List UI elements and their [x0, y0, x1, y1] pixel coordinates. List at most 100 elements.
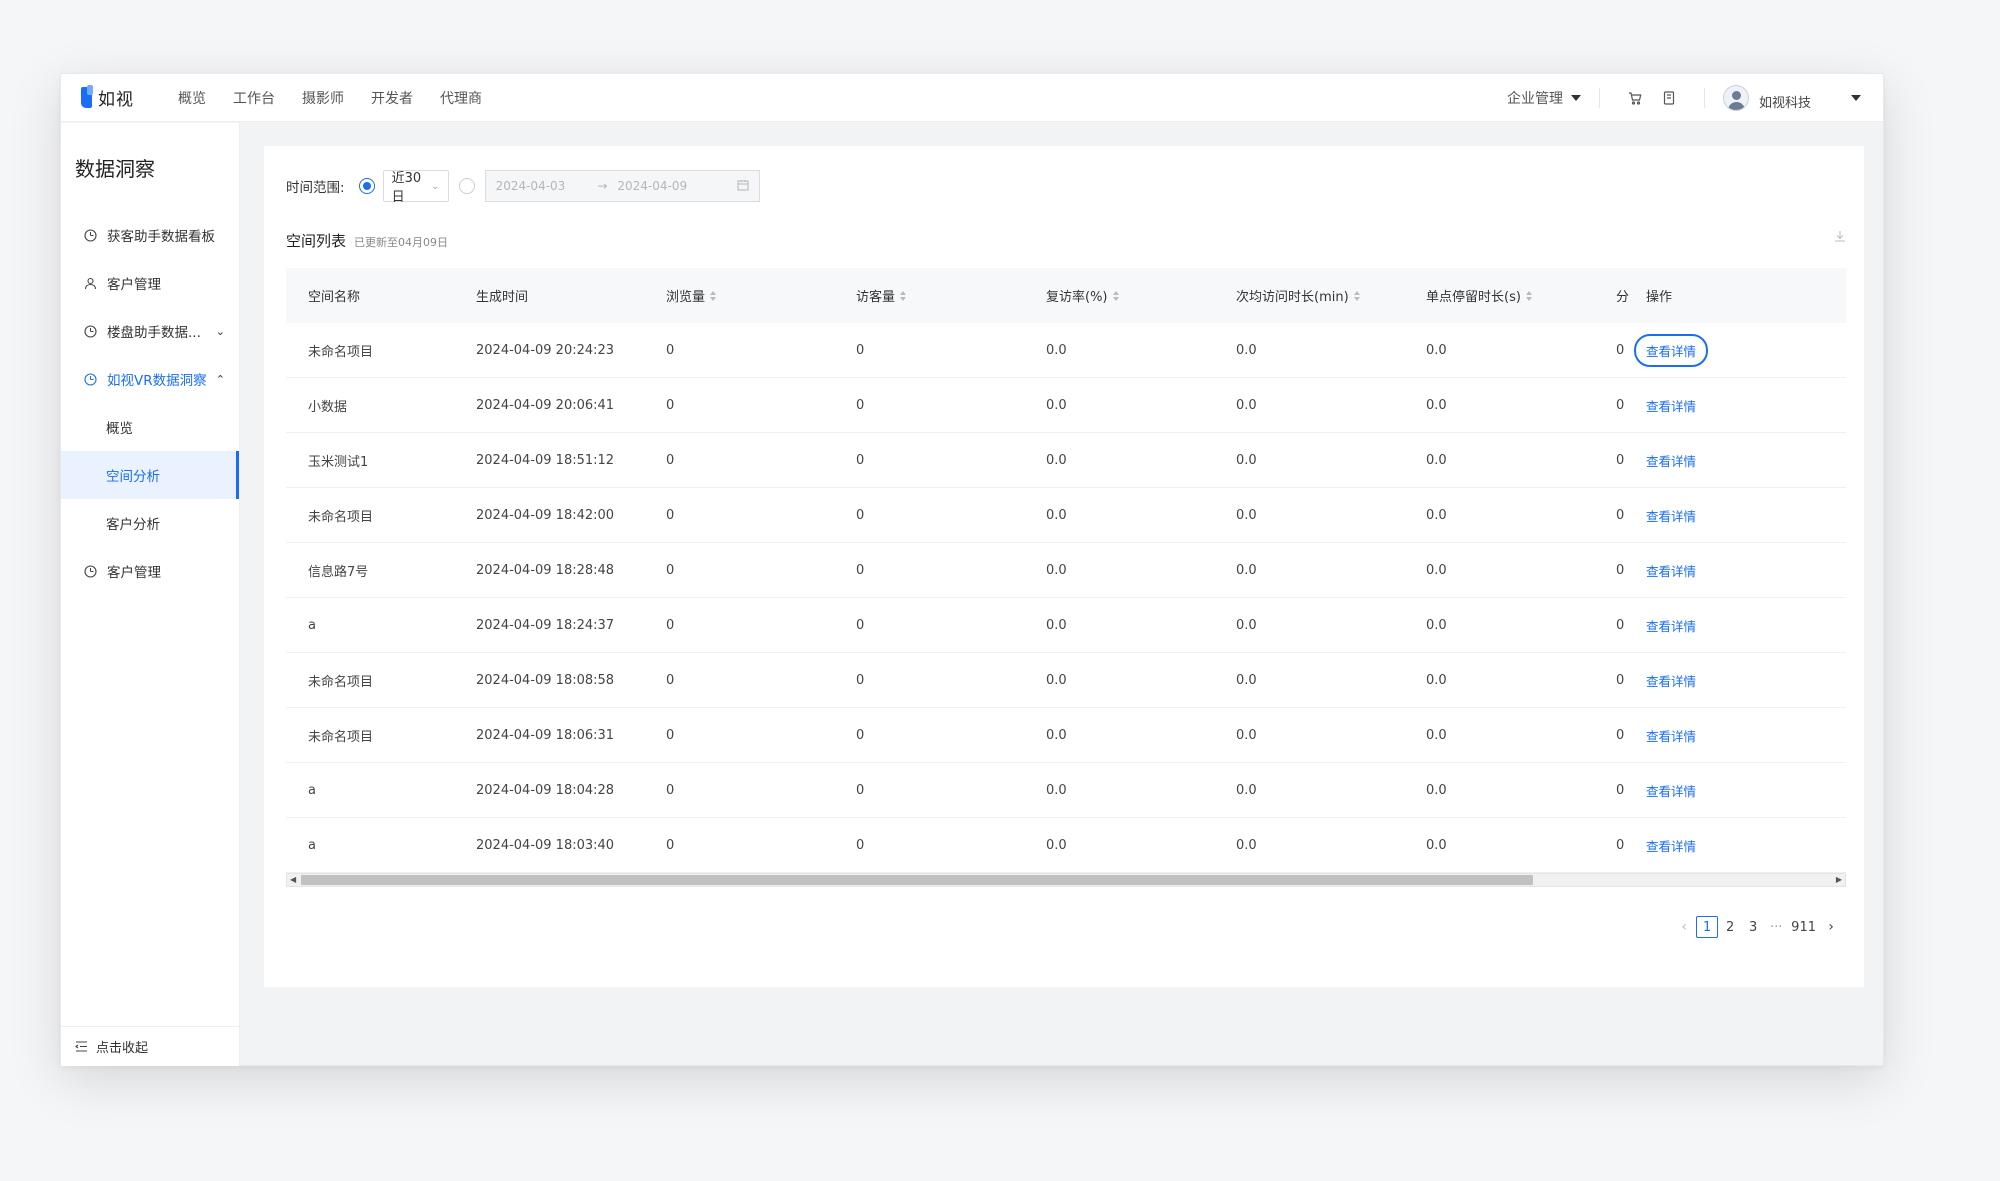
sort-icon[interactable]: [710, 290, 717, 301]
nav-developer[interactable]: 开发者: [371, 88, 413, 108]
sidebar-item-space-analysis[interactable]: 空间分析: [61, 451, 239, 499]
view-details-link[interactable]: 查看详情: [1634, 720, 1708, 751]
app-window: 如视 概览 工作台 摄影师 开发者 代理商 企业管理 如视科技 数据洞察 获客助…: [60, 73, 1884, 1066]
view-details-link[interactable]: 查看详情: [1634, 390, 1708, 421]
sidebar-item-label: 获客助手数据看板: [107, 229, 215, 245]
page-last[interactable]: 911: [1788, 916, 1819, 938]
header-uv[interactable]: 访客量: [856, 286, 1046, 305]
scroll-left-icon[interactable]: ◀: [290, 875, 296, 884]
cell-uv: 0: [856, 342, 865, 358]
page-ellipsis[interactable]: ···: [1765, 916, 1787, 938]
nav-photographer[interactable]: 摄影师: [302, 88, 344, 108]
header-pv[interactable]: 浏览量: [666, 286, 856, 305]
cell-revisit: 0.0: [1046, 452, 1067, 468]
sidebar-item-customer-analysis[interactable]: 客户分析: [61, 499, 239, 547]
cell-avg: 0.0: [1236, 342, 1257, 358]
view-details-link[interactable]: 查看详情: [1634, 445, 1708, 476]
next-page-button[interactable]: ›: [1820, 916, 1842, 938]
cell-time: 2024-04-09 18:08:58: [476, 672, 615, 688]
table-row: 信息路7号 2024-04-09 18:28:48 0 0 0.0 0.0 0.0 0 查看详情: [286, 543, 1846, 598]
dashboard-icon: [83, 372, 97, 386]
view-details-link[interactable]: 查看详情: [1634, 555, 1708, 586]
dashboard-icon: [83, 564, 97, 578]
sidebar-item-label: 客户管理: [107, 277, 161, 293]
cart-icon[interactable]: [1627, 90, 1643, 106]
logo[interactable]: 如视: [81, 85, 134, 110]
page-1[interactable]: 1: [1696, 916, 1719, 938]
cell-op: 查看详情: [1646, 775, 1816, 806]
cell-op: 查看详情: [1634, 333, 1816, 367]
prev-page-button[interactable]: ‹: [1673, 916, 1695, 938]
filter-label: 时间范围:: [286, 180, 345, 196]
horizontal-scrollbar[interactable]: ◀ ▶: [286, 873, 1846, 887]
sidebar-item-customer-management[interactable]: 客户管理: [61, 547, 239, 595]
cell-stay: 0.0: [1426, 452, 1447, 468]
list-title: 空间列表: [286, 232, 347, 250]
top-bar: 如视 概览 工作台 摄影师 开发者 代理商 企业管理 如视科技: [61, 74, 1883, 122]
sidebar: 数据洞察 获客助手数据看板 客户管理 楼盘助手数据... ⌄ 如视VR数据洞察 …: [61, 123, 240, 1066]
header-stay-duration[interactable]: 单点停留时长(s): [1426, 286, 1616, 305]
cell-op: 查看详情: [1646, 390, 1816, 421]
cell-time: 2024-04-09 18:42:00: [476, 507, 615, 523]
space-table: 空间名称 生成时间 浏览量 访客量 复访率(%) 次均访问时长(min) 单点停…: [286, 268, 1846, 873]
cell-time: 2024-04-09 18:06:31: [476, 727, 615, 743]
sort-icon[interactable]: [900, 290, 907, 301]
cell-revisit: 0.0: [1046, 507, 1067, 523]
preset-select[interactable]: 近30日 ⌄: [382, 170, 449, 205]
scroll-right-icon[interactable]: ▶: [1836, 875, 1842, 884]
preset-radio[interactable]: [358, 178, 375, 194]
cell-avg: 0.0: [1236, 562, 1257, 578]
sidebar-item-vr-insight[interactable]: 如视VR数据洞察 ⌃: [61, 355, 239, 403]
table-row: 玉米测试1 2024-04-09 18:51:12 0 0 0.0 0.0 0.0 0 查看详情: [286, 433, 1846, 488]
cell-uv: 0: [856, 562, 865, 578]
end-date[interactable]: 2024-04-09: [617, 179, 687, 193]
view-details-link[interactable]: 查看详情: [1634, 333, 1709, 367]
cell-uv: 0: [856, 617, 865, 633]
cell-stay: 0.0: [1426, 727, 1447, 743]
sort-icon[interactable]: [1353, 290, 1360, 301]
start-date[interactable]: 2024-04-03: [496, 179, 566, 193]
view-details-link[interactable]: 查看详情: [1634, 775, 1708, 806]
header-time: 生成时间: [476, 290, 529, 305]
page-3[interactable]: 3: [1742, 916, 1764, 938]
nav-agent[interactable]: 代理商: [440, 88, 482, 108]
nav-overview[interactable]: 概览: [178, 88, 206, 108]
user-group-icon: [83, 276, 97, 290]
sidebar-item-acquisition-dashboard[interactable]: 获客助手数据看板: [61, 211, 239, 259]
cell-avg: 0.0: [1236, 397, 1257, 413]
sort-icon[interactable]: [1112, 290, 1119, 301]
download-icon[interactable]: [1834, 230, 1846, 246]
header-avg-duration[interactable]: 次均访问时长(min): [1236, 286, 1426, 305]
cell-name: 未命名项目: [308, 344, 374, 360]
sidebar-item-customers[interactable]: 客户管理: [61, 259, 239, 307]
page-2[interactable]: 2: [1719, 916, 1741, 938]
cell-name: 未命名项目: [308, 729, 374, 745]
enterprise-menu[interactable]: 企业管理: [1507, 88, 1581, 108]
sidebar-item-property-assistant[interactable]: 楼盘助手数据... ⌄: [61, 307, 239, 355]
view-details-link[interactable]: 查看详情: [1634, 500, 1708, 531]
nav-workbench[interactable]: 工作台: [233, 88, 275, 108]
cell-name: 未命名项目: [308, 509, 374, 525]
scrollbar-thumb[interactable]: [301, 875, 1533, 885]
sort-icon[interactable]: [1525, 290, 1532, 301]
username: 如视科技: [1758, 95, 1811, 111]
cell-revisit: 0.0: [1046, 837, 1067, 853]
table-row: 未命名项目 2024-04-09 18:42:00 0 0 0.0 0.0 0.0 0 查看详情: [286, 488, 1846, 543]
sidebar-item-overview[interactable]: 概览: [61, 403, 239, 451]
view-details-link[interactable]: 查看详情: [1634, 665, 1708, 696]
custom-range-radio[interactable]: [458, 178, 475, 194]
cell-stay: 0.0: [1426, 562, 1447, 578]
cell-time: 2024-04-09 20:24:23: [476, 342, 615, 358]
user-menu[interactable]: 如视科技: [1722, 84, 1883, 111]
pagination: ‹ 1 2 3 ··· 911 ›: [1672, 916, 1842, 938]
document-icon[interactable]: [1661, 90, 1677, 106]
date-range-picker[interactable]: 2024-04-03 → 2024-04-09: [484, 170, 760, 202]
cell-pv: 0: [666, 782, 675, 798]
view-details-link[interactable]: 查看详情: [1634, 830, 1708, 861]
sidebar-item-label: 概览: [106, 421, 133, 437]
cell-stay: 0.0: [1426, 397, 1447, 413]
collapse-sidebar-button[interactable]: 点击收起: [61, 1026, 239, 1066]
header-revisit[interactable]: 复访率(%): [1046, 286, 1236, 305]
cell-pv: 0: [666, 397, 675, 413]
view-details-link[interactable]: 查看详情: [1634, 610, 1708, 641]
